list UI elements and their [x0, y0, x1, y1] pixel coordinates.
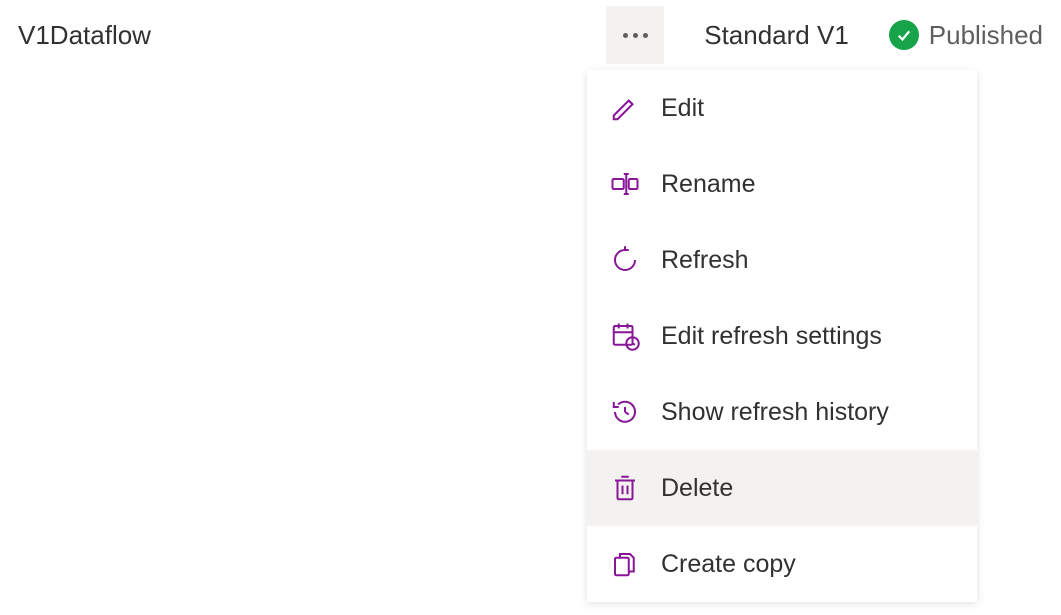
menu-item-delete[interactable]: Delete: [587, 450, 977, 526]
menu-item-show-refresh-history[interactable]: Show refresh history: [587, 374, 977, 450]
dataflow-type: Standard V1: [704, 20, 849, 51]
menu-item-label: Create copy: [661, 550, 796, 579]
more-options-icon: [623, 33, 648, 38]
rename-icon: [609, 168, 641, 200]
dataflow-name[interactable]: V1Dataflow: [18, 20, 151, 51]
menu-item-refresh[interactable]: Refresh: [587, 222, 977, 298]
dataflow-row: V1Dataflow Standard V1 Published: [0, 0, 1061, 70]
menu-item-label: Edit: [661, 94, 704, 123]
menu-item-label: Delete: [661, 474, 733, 503]
menu-item-rename[interactable]: Rename: [587, 146, 977, 222]
edit-icon: [609, 92, 641, 124]
menu-item-label: Refresh: [661, 246, 749, 275]
status-badge: Published: [889, 20, 1043, 51]
refresh-icon: [609, 244, 641, 276]
menu-item-create-copy[interactable]: Create copy: [587, 526, 977, 602]
checkmark-icon: [889, 20, 919, 50]
copy-icon: [609, 548, 641, 580]
more-options-button[interactable]: [606, 6, 664, 64]
context-menu: Edit Rename Refresh: [587, 70, 977, 602]
menu-item-label: Rename: [661, 170, 756, 199]
delete-icon: [609, 472, 641, 504]
calendar-settings-icon: [609, 320, 641, 352]
menu-item-label: Show refresh history: [661, 398, 889, 427]
status-label: Published: [929, 20, 1043, 51]
menu-item-label: Edit refresh settings: [661, 322, 882, 351]
menu-item-edit[interactable]: Edit: [587, 70, 977, 146]
history-icon: [609, 396, 641, 428]
menu-item-edit-refresh-settings[interactable]: Edit refresh settings: [587, 298, 977, 374]
